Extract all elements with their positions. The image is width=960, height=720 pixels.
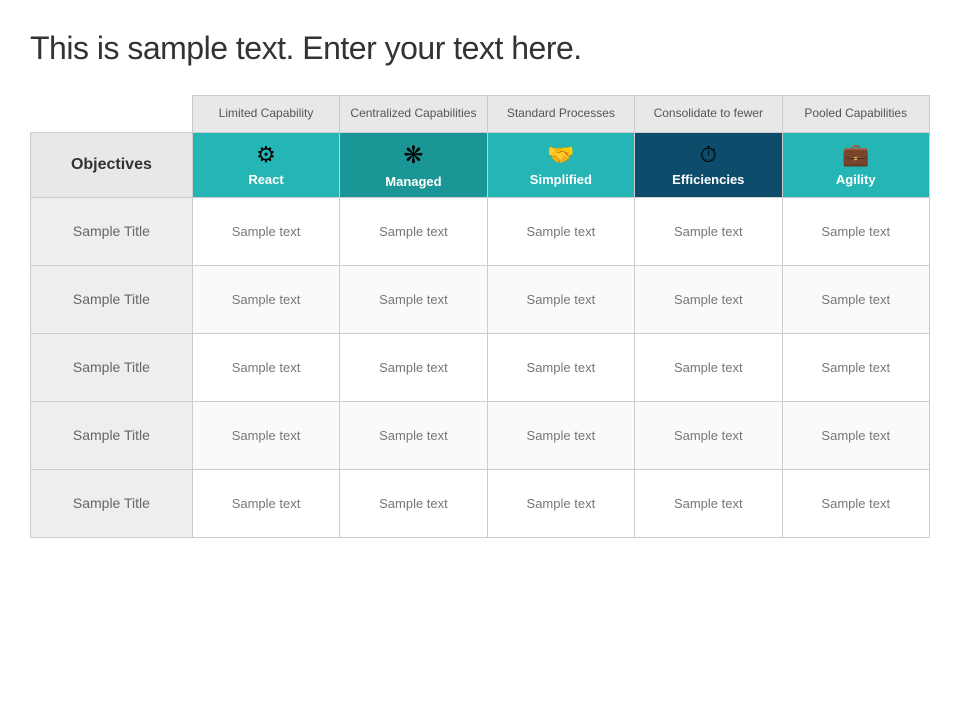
row-title-cell: Sample Title bbox=[31, 265, 193, 333]
data-cell: Sample text bbox=[782, 265, 930, 333]
data-cell: Sample text bbox=[487, 265, 634, 333]
data-cell: Sample text bbox=[782, 469, 930, 537]
data-cell: Sample text bbox=[635, 401, 782, 469]
column-header-row: Limited Capability Centralized Capabilit… bbox=[31, 96, 930, 133]
data-cell: Sample text bbox=[635, 333, 782, 401]
table-wrapper: Limited Capability Centralized Capabilit… bbox=[30, 95, 930, 700]
data-cell: Sample text bbox=[487, 333, 634, 401]
table-row: Sample TitleSample textSample textSample… bbox=[31, 333, 930, 401]
data-cell: Sample text bbox=[782, 197, 930, 265]
managed-header-cell: ❋ Managed bbox=[340, 132, 487, 197]
row-title-cell: Sample Title bbox=[31, 197, 193, 265]
data-cell: Sample text bbox=[340, 401, 487, 469]
efficiencies-header-cell: ⏱ Efficiencies bbox=[635, 132, 782, 197]
table-row: Sample TitleSample textSample textSample… bbox=[31, 265, 930, 333]
matrix-table: Limited Capability Centralized Capabilit… bbox=[30, 95, 930, 538]
agility-header-cell: 💼 Agility bbox=[782, 132, 930, 197]
page-container: This is sample text. Enter your text her… bbox=[0, 0, 960, 720]
col-header-pooled: Pooled Capabilities bbox=[782, 96, 930, 133]
data-cell: Sample text bbox=[340, 469, 487, 537]
managed-icon: ❋ bbox=[346, 141, 480, 170]
data-cell: Sample text bbox=[340, 265, 487, 333]
table-row: Sample TitleSample textSample textSample… bbox=[31, 401, 930, 469]
table-body: Sample TitleSample textSample textSample… bbox=[31, 197, 930, 537]
data-cell: Sample text bbox=[635, 265, 782, 333]
data-cell: Sample text bbox=[635, 469, 782, 537]
col-header-centralized: Centralized Capabilities bbox=[340, 96, 487, 133]
table-row: Sample TitleSample textSample textSample… bbox=[31, 469, 930, 537]
main-title: This is sample text. Enter your text her… bbox=[30, 30, 930, 67]
data-cell: Sample text bbox=[782, 333, 930, 401]
data-cell: Sample text bbox=[192, 333, 339, 401]
react-icon: ⚙ bbox=[199, 142, 333, 168]
row-title-cell: Sample Title bbox=[31, 469, 193, 537]
agility-icon: 💼 bbox=[789, 142, 924, 168]
objectives-header-cell: Objectives bbox=[31, 132, 193, 197]
col-header-consolidate: Consolidate to fewer bbox=[635, 96, 782, 133]
efficiencies-icon: ⏱ bbox=[641, 142, 775, 168]
table-row: Sample TitleSample textSample textSample… bbox=[31, 197, 930, 265]
empty-header-cell bbox=[31, 96, 193, 133]
col-header-limited: Limited Capability bbox=[192, 96, 339, 133]
data-cell: Sample text bbox=[782, 401, 930, 469]
row-title-cell: Sample Title bbox=[31, 401, 193, 469]
data-cell: Sample text bbox=[487, 401, 634, 469]
data-cell: Sample text bbox=[192, 469, 339, 537]
data-cell: Sample text bbox=[192, 401, 339, 469]
react-header-cell: ⚙ React bbox=[192, 132, 339, 197]
data-cell: Sample text bbox=[340, 197, 487, 265]
row-title-cell: Sample Title bbox=[31, 333, 193, 401]
data-cell: Sample text bbox=[487, 197, 634, 265]
simplified-header-cell: 🤝 Simplified bbox=[487, 132, 634, 197]
data-cell: Sample text bbox=[635, 197, 782, 265]
data-cell: Sample text bbox=[192, 265, 339, 333]
simplified-icon: 🤝 bbox=[494, 142, 628, 168]
data-cell: Sample text bbox=[340, 333, 487, 401]
category-header-row: Objectives ⚙ React ❋ Managed 🤝 Simplifie… bbox=[31, 132, 930, 197]
data-cell: Sample text bbox=[487, 469, 634, 537]
col-header-standard: Standard Processes bbox=[487, 96, 634, 133]
data-cell: Sample text bbox=[192, 197, 339, 265]
